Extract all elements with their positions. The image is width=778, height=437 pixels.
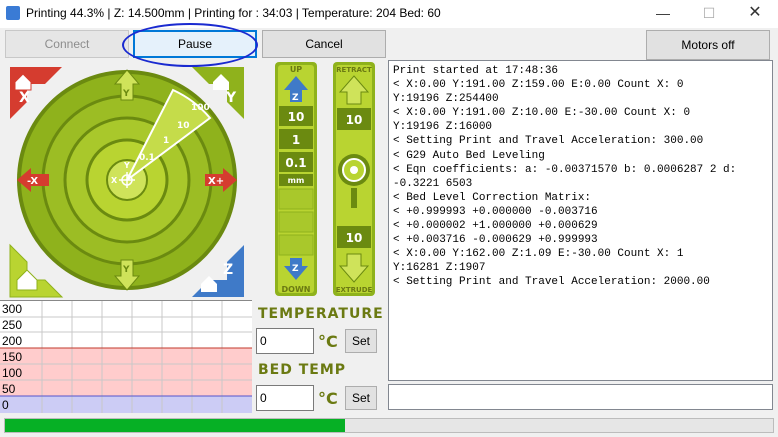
command-input[interactable] [388,384,773,410]
graph-y-label: 300 [2,302,23,316]
step-label-0: 0.1 [139,153,155,163]
z-step-10[interactable]: 10 [279,106,313,126]
maximize-button[interactable]: ☐ [686,0,732,28]
log-line: < Setting Print and Travel Acceleration:… [393,276,710,289]
step-label-1: 1 [163,136,169,146]
log-line: -0.3221 6503 [393,177,473,190]
graph-y-label: 0 [2,398,9,412]
bed-temp-set-button[interactable]: Set [345,386,377,410]
svg-text:0.1: 0.1 [285,156,306,170]
minimize-button[interactable]: — [640,0,686,28]
temperature-graph: 300 250 200 150 100 50 0 [0,300,252,413]
temperature-input[interactable] [256,328,314,354]
z-unit-label: mm [288,176,305,185]
app-icon [6,6,20,20]
extruder-control: RETRACT 10 10 EXTRUDE [333,62,375,296]
z-step-1[interactable]: 1 [279,129,313,149]
center-x-label: X [111,176,118,185]
z-jog-control: UP Z 10 1 0.1 mm Z DOWN [275,62,317,296]
extrude-label: EXTRUDE [336,286,373,294]
home-z-label: Z [223,262,233,278]
graph-y-label: 50 [2,382,16,396]
svg-text:Y: Y [122,265,130,275]
title-bar: Printing 44.3% | Z: 14.500mm | Printing … [0,0,778,28]
svg-text:Y: Y [122,89,130,99]
retract-amount[interactable]: 10 [337,108,371,130]
z-down-label: DOWN [282,285,311,294]
bed-temp-input[interactable] [256,385,314,411]
svg-text:Z: Z [292,264,299,274]
log-line: Y:19196 Z:16000 [393,121,493,134]
svg-text:1: 1 [292,133,300,147]
svg-text:10: 10 [288,110,305,124]
temperature-heading: TEMPERATURE [258,306,384,322]
svg-text:10: 10 [346,113,363,127]
home-y-label: Y [225,90,237,106]
temperature-graph-canvas [0,301,252,413]
svg-text:10: 10 [346,231,363,245]
connect-button[interactable]: Connect [5,30,129,58]
log-line: < Setting Print and Travel Acceleration:… [393,135,704,148]
bed-temp-heading: BED TEMP [258,362,347,378]
graph-y-label: 200 [2,334,23,348]
bed-temp-unit: °C [318,389,338,408]
extrude-amount[interactable]: 10 [337,226,371,248]
log-line: < X:0.00 Y:191.00 Z:10.00 E:-30.00 Count… [393,107,691,120]
log-line: < +0.999993 +0.000000 -0.003716 [393,205,598,218]
svg-text:Z: Z [292,93,299,103]
motors-off-button[interactable]: Motors off [646,30,770,60]
temperature-unit: °C [318,332,338,351]
temperature-set-button[interactable]: Set [345,329,377,353]
log-line: Print started at 17:48:36 [393,65,559,77]
log-line: < Bed Level Correction Matrix: [393,191,592,204]
log-line: < G29 Auto Bed Leveling [393,149,545,162]
cancel-button[interactable]: Cancel [262,30,386,58]
log-line: < X:0.00 Y:191.00 Z:159.00 E:0.00 Count … [393,79,684,92]
step-label-3: 100 [191,103,210,113]
step-label-2: 10 [177,121,190,131]
window-title: Printing 44.3% | Z: 14.500mm | Printing … [26,6,441,20]
center-y-label: Y [123,161,130,170]
graph-y-label: 100 [2,366,23,380]
log-line: Y:16281 Z:1907 [393,262,486,275]
retract-label: RETRACT [336,66,372,74]
close-button[interactable]: ✕ [732,0,778,28]
log-line: < +0.003716 -0.000629 +0.999993 [393,234,598,247]
z-step-0.1[interactable]: 0.1 [279,152,313,172]
graph-y-label: 250 [2,318,23,332]
xy-jog-control: X Y Z 0.1 1 10 100 Y Y -X X+ Y X [9,67,244,298]
pause-button[interactable]: Pause [133,30,257,58]
console-log[interactable]: Print started at 17:48:36 < X:0.00 Y:191… [388,60,773,381]
x-plus-label: X+ [208,176,224,187]
log-line: < X:0.00 Y:162.00 Z:1.09 E:-30.00 Count … [393,248,684,261]
graph-y-label: 150 [2,350,23,364]
home-x-label: X [19,90,30,106]
log-line: < +0.000002 +1.000000 +0.000629 [393,220,598,233]
log-line: Y:19196 Z:254400 [393,93,499,106]
z-up-label: UP [290,65,302,74]
print-progress-fill [5,419,346,432]
x-minus-label: -X [27,176,38,187]
log-line: < Eqn coefficients: a: -0.00371570 b: 0.… [393,163,737,176]
print-progress-bar [4,418,774,433]
